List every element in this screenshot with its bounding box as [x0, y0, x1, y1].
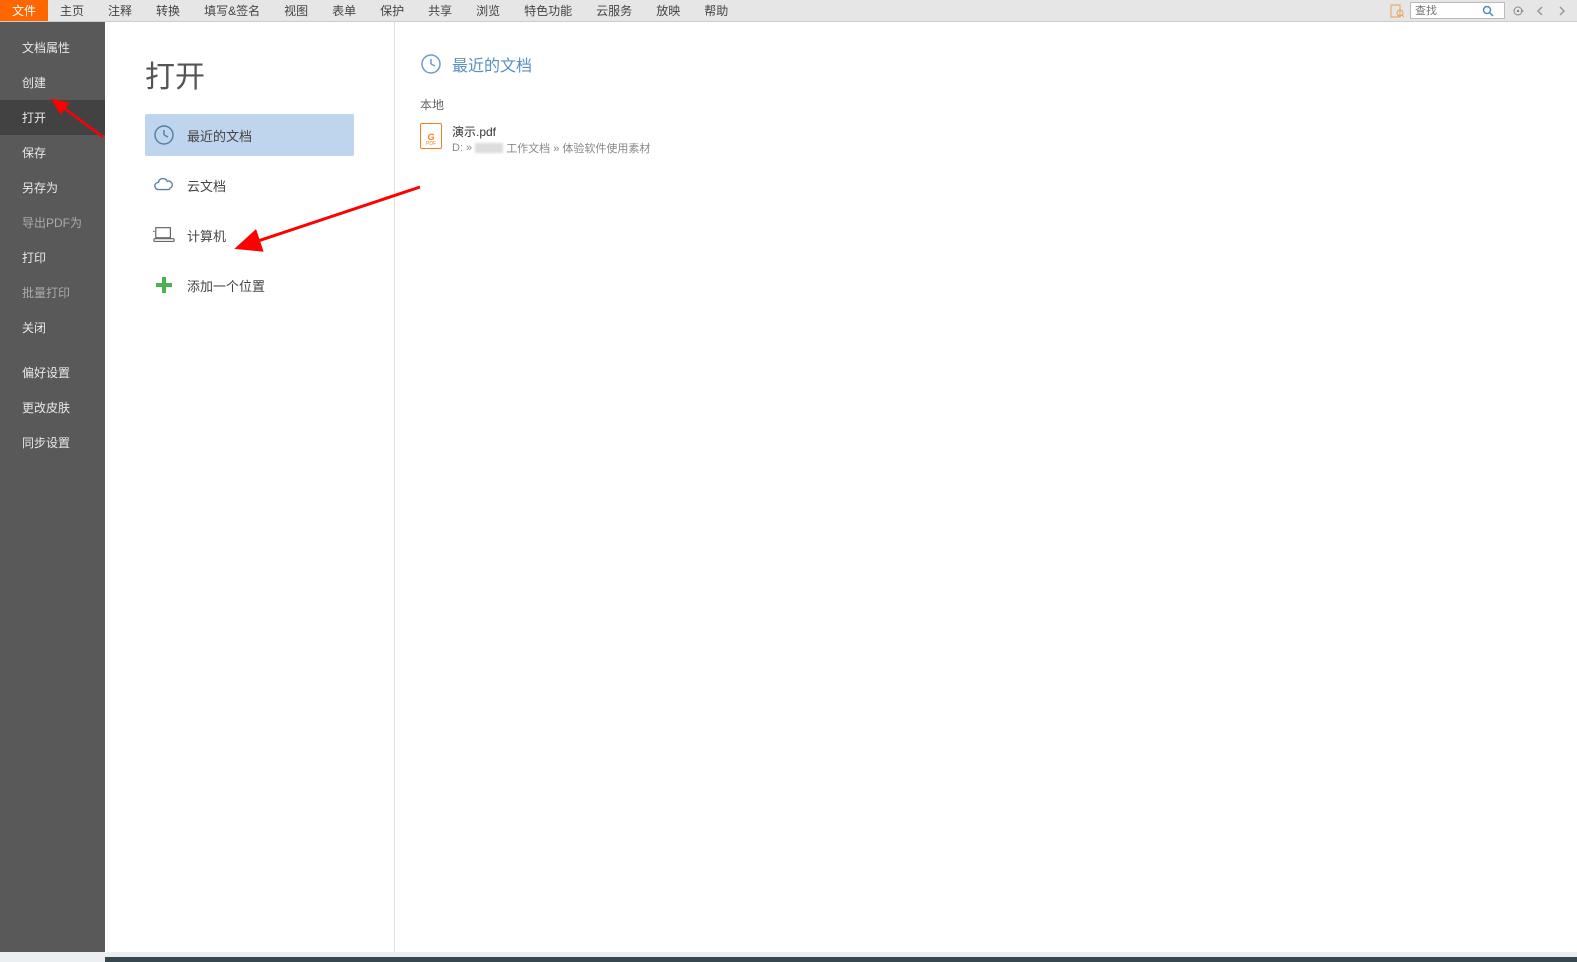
open-source-label: 添加一个位置	[187, 276, 265, 295]
menu-tab-2[interactable]: 注释	[96, 0, 144, 21]
menu-tab-12[interactable]: 放映	[644, 0, 692, 21]
menu-tab-10[interactable]: 特色功能	[512, 0, 584, 21]
computer-icon	[153, 224, 175, 246]
menu-tab-9[interactable]: 浏览	[464, 0, 512, 21]
doc-info: 演示.pdfD: » 工作文档 » 体验软件使用素材	[452, 123, 650, 156]
file-menu-item-1[interactable]: 创建	[0, 65, 105, 100]
file-menu-item-0[interactable]: 文档属性	[0, 30, 105, 65]
find-text-icon[interactable]	[1388, 2, 1406, 20]
main-area: 文档属性创建打开保存另存为导出PDF为打印批量打印关闭偏好设置更改皮肤同步设置 …	[0, 22, 1577, 962]
file-menu-item-7: 批量打印	[0, 275, 105, 310]
open-source-label: 最近的文档	[187, 126, 252, 145]
cloud-icon	[153, 174, 175, 196]
file-menu-sidebar: 文档属性创建打开保存另存为导出PDF为打印批量打印关闭偏好设置更改皮肤同步设置	[0, 22, 105, 962]
file-menu-item-8[interactable]: 关闭	[0, 310, 105, 345]
open-source-computer[interactable]: 计算机	[145, 214, 354, 256]
file-menu-item-11[interactable]: 更改皮肤	[0, 390, 105, 425]
file-menu-item-5: 导出PDF为	[0, 205, 105, 240]
clock-icon	[153, 124, 175, 146]
nav-prev-icon[interactable]	[1531, 2, 1549, 20]
content-area: 打开 最近的文档云文档计算机添加一个位置 最近的文档 本地 GPDF 演示.pdf…	[105, 22, 1577, 962]
pdf-file-icon: GPDF	[420, 123, 442, 149]
menu-tab-0[interactable]: 文件	[0, 0, 48, 21]
menu-tab-4[interactable]: 填写&签名	[192, 0, 272, 21]
open-source-clock[interactable]: 最近的文档	[145, 114, 354, 156]
menu-tab-13[interactable]: 帮助	[692, 0, 740, 21]
open-source-label: 云文档	[187, 176, 226, 195]
doc-path: D: » 工作文档 » 体验软件使用素材	[452, 140, 650, 156]
settings-gear-icon[interactable]	[1509, 2, 1527, 20]
menu-tab-7[interactable]: 保护	[368, 0, 416, 21]
recent-doc-item[interactable]: GPDF 演示.pdfD: » 工作文档 » 体验软件使用素材	[420, 119, 1547, 160]
menu-tab-6[interactable]: 表单	[320, 0, 368, 21]
recent-docs-panel: 最近的文档 本地 GPDF 演示.pdfD: » 工作文档 » 体验软件使用素材	[395, 22, 1577, 962]
menu-tab-1[interactable]: 主页	[48, 0, 96, 21]
menu-tab-8[interactable]: 共享	[416, 0, 464, 21]
open-source-plus[interactable]: 添加一个位置	[145, 264, 354, 306]
search-input[interactable]	[1411, 5, 1481, 17]
doc-name: 演示.pdf	[452, 123, 650, 140]
open-source-cloud[interactable]: 云文档	[145, 164, 354, 206]
file-menu-item-4[interactable]: 另存为	[0, 170, 105, 205]
search-box[interactable]	[1410, 2, 1505, 19]
clock-icon	[420, 53, 442, 75]
recent-title: 最近的文档	[452, 52, 532, 76]
menu-tab-11[interactable]: 云服务	[584, 0, 644, 21]
open-title: 打开	[145, 52, 354, 96]
recent-header: 最近的文档	[420, 52, 1547, 76]
top-right-controls	[1388, 0, 1577, 21]
search-icon[interactable]	[1481, 4, 1495, 18]
status-bar	[0, 952, 1577, 962]
local-section-label: 本地	[420, 96, 1547, 113]
open-source-label: 计算机	[187, 226, 226, 245]
top-menu-bar: 文件主页注释转换填写&签名视图表单保护共享浏览特色功能云服务放映帮助	[0, 0, 1577, 22]
file-menu-item-2[interactable]: 打开	[0, 100, 105, 135]
plus-icon	[153, 274, 175, 296]
file-menu-item-6[interactable]: 打印	[0, 240, 105, 275]
nav-next-icon[interactable]	[1553, 2, 1571, 20]
menu-tab-3[interactable]: 转换	[144, 0, 192, 21]
menu-tab-5[interactable]: 视图	[272, 0, 320, 21]
file-menu-item-10[interactable]: 偏好设置	[0, 355, 105, 390]
file-menu-item-3[interactable]: 保存	[0, 135, 105, 170]
open-sources-panel: 打开 最近的文档云文档计算机添加一个位置	[105, 22, 395, 962]
file-menu-item-12[interactable]: 同步设置	[0, 425, 105, 460]
